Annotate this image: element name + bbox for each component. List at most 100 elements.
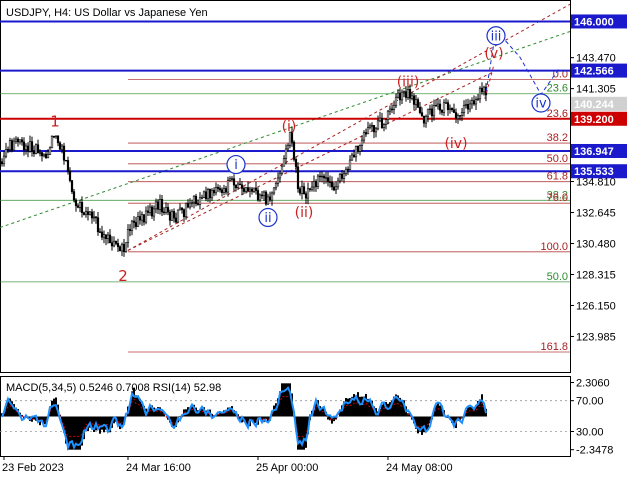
candle-body [170,211,174,221]
candle-body [444,102,448,104]
candle-body [0,161,4,165]
candle-body [112,240,116,247]
indicator-tick-label: 30.00 [576,427,604,439]
candle-body [50,136,54,149]
candle-body [96,217,100,233]
candle-body [168,211,172,221]
candle-body [318,175,322,178]
candle-body [300,186,304,194]
candle-body [412,95,416,105]
candle-body [102,234,106,238]
wave-label: ii [264,211,271,226]
candle-body [306,188,310,199]
candle-body [62,145,66,161]
candle-body [134,222,138,227]
candle-body [370,125,374,127]
candle-body [364,132,368,135]
candle-body [346,168,350,171]
candle-body [280,165,284,174]
candle-body [160,199,164,213]
price-level-label: 140.244 [574,99,615,111]
price-level-label: 135.533 [574,166,614,178]
fib-level-label: 100.0 [540,241,568,253]
candle-body [206,188,210,200]
candle-body [344,168,348,175]
candle-body [432,105,436,117]
candle-body [438,103,442,111]
candle-body [358,145,362,152]
wave-label: (iv) [444,136,467,152]
indicator-tick-label: 70.00 [576,396,604,408]
indicator-tick-label: -2.3478 [576,445,613,457]
candle-body [276,177,280,184]
candle-body [378,117,382,122]
candle-body [88,211,92,215]
x-tick-label: 24 Mar 16:00 [126,462,191,474]
candle-body [452,109,456,113]
candle-body [478,87,482,100]
candle-body [146,210,150,213]
candle-body [316,175,320,187]
wave-label: iv [535,97,547,112]
wave-label: (iii) [397,75,420,91]
candle-body [334,186,338,191]
candle-body [322,175,326,179]
candle-body [116,243,120,248]
candle-body [210,190,214,199]
candle-body [164,207,168,213]
candle-body [174,217,178,223]
candle-body [140,214,144,221]
candle-body [66,160,70,173]
candle-body [426,108,430,117]
candle-body [308,188,312,190]
candle-body [376,120,380,130]
candle-body [198,197,202,205]
chart-canvas: 143.470 141.305 134.810 132.645 130.480 128.3… [0,0,627,474]
candle-body [126,229,130,243]
candle-body [254,187,258,191]
candle-body [20,139,24,143]
candle-body [408,89,412,99]
candle-body [388,108,392,112]
indicator-tick-label: 2.3060 [576,378,610,390]
y-tick-label: 128.315 [576,269,616,281]
candle-body [270,192,274,201]
candle-body [434,105,438,107]
candle-body [338,173,342,182]
candle-body [382,124,386,129]
candle-body [14,138,18,142]
candle-body [214,186,218,194]
candle-body [84,211,88,215]
candle-body [374,128,378,133]
price-level-label: 139.200 [574,114,614,126]
candle-body [402,91,406,93]
wave-label: 1 [50,113,60,131]
candle-body [58,142,62,150]
candle-body [284,148,288,159]
candle-body [38,152,42,154]
candle-body [348,159,352,170]
x-tick-label: 25 Apr 00:00 [256,462,318,474]
candle-body [386,110,390,120]
candle-body [294,159,298,168]
candle-body [148,206,152,213]
candle-body [42,153,46,157]
candle-body [298,188,302,194]
candle-body [186,202,190,208]
candle-body [34,144,38,154]
candle-body [196,203,200,205]
price-level-label: 136.947 [574,146,614,158]
y-tick-label: 130.480 [576,239,616,251]
candle-body [90,211,94,219]
candle-body [178,207,182,211]
candle-body [200,197,204,199]
candle-body [324,177,328,179]
candle-body [68,171,72,181]
x-tick-label: 23 Feb 2023 [2,462,64,474]
candle-body [466,104,470,110]
candle-body [154,201,158,210]
candle-body [2,155,6,165]
candle-body [26,145,30,152]
candle-body [144,210,148,223]
fib-level-label: 50.0 [547,271,568,283]
